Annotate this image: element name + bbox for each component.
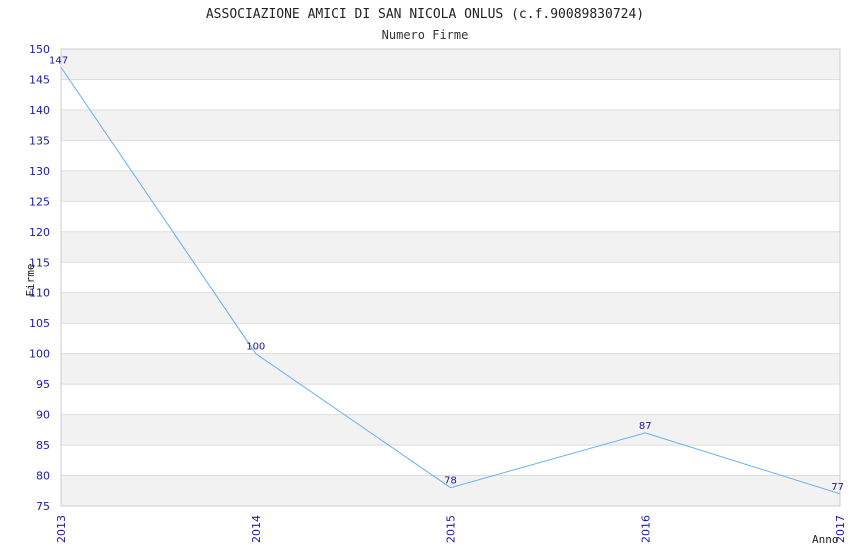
y-tick-label: 80 (36, 470, 50, 483)
x-axis-label: Anno (812, 533, 839, 546)
x-tick-label: 2013 (55, 515, 68, 543)
data-label: 87 (639, 421, 652, 432)
y-tick-label: 120 (29, 226, 50, 239)
y-axis-label: Firme (24, 263, 37, 296)
grid-band (61, 109, 840, 141)
y-tick-label: 150 (29, 43, 50, 56)
y-tick-label: 95 (36, 378, 50, 391)
y-tick-label: 125 (29, 195, 50, 208)
grid-band (61, 292, 840, 324)
y-tick-label: 90 (36, 409, 50, 422)
y-tick-label: 135 (29, 134, 50, 147)
grid-band (61, 49, 840, 80)
data-label: 78 (444, 476, 457, 487)
y-tick-label: 140 (29, 104, 50, 117)
plot-background-bands (61, 49, 840, 506)
grid-band (61, 353, 840, 385)
y-tick-label: 130 (29, 165, 50, 178)
data-label: 100 (246, 342, 265, 353)
x-axis-ticks: 2013 2014 2015 2016 2017 (55, 515, 847, 543)
y-tick-label: 100 (29, 348, 50, 361)
y-tick-label: 85 (36, 439, 50, 452)
grid-band (61, 231, 840, 263)
x-tick-label: 2015 (445, 515, 458, 543)
chart-title: ASSOCIAZIONE AMICI DI SAN NICOLA ONLUS (… (206, 7, 644, 22)
grid-band (61, 170, 840, 202)
x-tick-label: 2016 (639, 515, 652, 543)
y-tick-label: 105 (29, 317, 50, 330)
chart-subtitle: Numero Firme (382, 28, 469, 42)
x-tick-label: 2014 (250, 515, 263, 543)
y-tick-label: 75 (36, 500, 50, 513)
data-label: 77 (831, 482, 844, 493)
y-tick-label: 145 (29, 73, 50, 86)
grid-band (61, 414, 840, 446)
data-label: 147 (49, 55, 68, 66)
line-chart: 7580859095100105110115120125130135140145… (24, 7, 847, 546)
